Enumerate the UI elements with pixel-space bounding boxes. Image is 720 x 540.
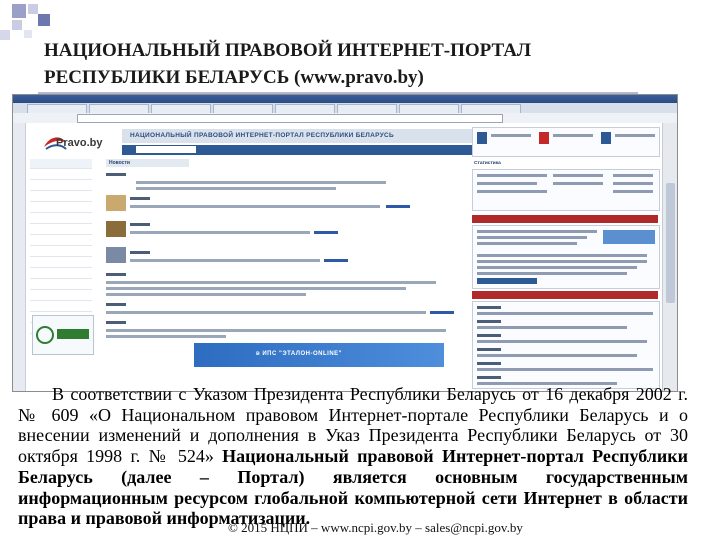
decor-square [24, 30, 32, 38]
menu-item [30, 170, 92, 180]
title-line-1: НАЦИОНАЛЬНЫЙ ПРАВОВОЙ ИНТЕРНЕТ-ПОРТАЛ [44, 40, 532, 61]
right-section-header [472, 291, 658, 299]
site-logo-text: Pravo.by [56, 137, 103, 149]
site-banner: НАЦИОНАЛЬНЫЙ ПРАВОВОЙ ИНТЕРНЕТ-ПОРТАЛ РЕ… [122, 129, 500, 143]
news-text [106, 281, 436, 284]
menu-item [30, 192, 92, 202]
news-more-link [430, 311, 454, 314]
news-date [106, 303, 126, 306]
news-date [130, 197, 150, 200]
menu-item [30, 258, 92, 268]
etalon-promo [32, 315, 94, 355]
decor-square [12, 20, 22, 30]
right-top-links [472, 127, 660, 157]
menu-item [30, 291, 92, 301]
news-thumb [106, 247, 126, 263]
news-thumb [106, 195, 126, 211]
news-text [130, 205, 380, 208]
news-more-link [386, 205, 410, 208]
browser-tab [337, 104, 397, 113]
footer-copyright: © 2015 НЦПИ – www.ncpi.gov.by – sales@nc… [228, 520, 523, 535]
news-text [106, 329, 446, 332]
menu-item [30, 181, 92, 191]
news-date [130, 223, 150, 226]
menu-item [30, 302, 92, 312]
decor-square [38, 14, 50, 26]
news-text [130, 259, 320, 262]
browser-tab [461, 104, 521, 113]
body-paragraph: В соответствии с Указом Президента Респу… [18, 384, 688, 529]
site-side-menu [30, 159, 92, 335]
menu-item [30, 203, 92, 213]
menu-item [30, 214, 92, 224]
scrollbar-thumb [666, 183, 675, 303]
title-line-2: РЕСПУБЛИКИ БЕЛАРУСЬ (www.pravo.by) [44, 67, 424, 88]
portal-screenshot: Pravo.by НАЦИОНАЛЬНЫЙ ПРАВОВОЙ ИНТЕРНЕТ-… [12, 94, 678, 392]
menu-item [30, 247, 92, 257]
portal-page: Pravo.by НАЦИОНАЛЬНЫЙ ПРАВОВОЙ ИНТЕРНЕТ-… [26, 123, 662, 391]
news-text [106, 287, 406, 290]
news-thumb [106, 221, 126, 237]
news-more-link [314, 231, 338, 234]
news-text [106, 311, 426, 314]
browser-titlebar [13, 95, 677, 103]
browser-tab [89, 104, 149, 113]
decor-square [0, 30, 10, 40]
news-date [106, 321, 126, 324]
news-heading: Новости [106, 159, 189, 167]
browser-tab [213, 104, 273, 113]
menu-item [30, 159, 92, 169]
browser-side-strip [13, 123, 26, 391]
menu-item [30, 236, 92, 246]
browser-tab [399, 104, 459, 113]
site-search-input [136, 146, 196, 153]
menu-item [30, 269, 92, 279]
news-text [136, 181, 386, 184]
news-text [106, 293, 306, 296]
news-text [130, 231, 310, 234]
browser-tabs [13, 103, 677, 113]
poll-box [472, 225, 660, 289]
right-list-box [472, 301, 660, 389]
slide-title: НАЦИОНАЛЬНЫЙ ПРАВОВОЙ ИНТЕРНЕТ-ПОРТАЛ РЕ… [44, 37, 684, 91]
decor-square [28, 4, 38, 14]
news-date [106, 173, 126, 176]
decor-square [12, 4, 26, 18]
news-text [106, 335, 226, 338]
menu-item [30, 225, 92, 235]
browser-tab [27, 104, 87, 113]
poll-header [472, 215, 658, 223]
right-heading: Статистика [474, 161, 501, 166]
address-field [77, 114, 503, 123]
news-more-link [324, 259, 348, 262]
news-date [106, 273, 126, 276]
stats-box [472, 169, 660, 211]
banner-text: в ИПС "ЭТАЛОН-ONLINE" [256, 351, 343, 357]
browser-scrollbar [662, 123, 677, 391]
browser-tab [151, 104, 211, 113]
news-date [130, 251, 150, 254]
news-text [136, 187, 336, 190]
browser-tab [275, 104, 335, 113]
menu-item [30, 280, 92, 290]
